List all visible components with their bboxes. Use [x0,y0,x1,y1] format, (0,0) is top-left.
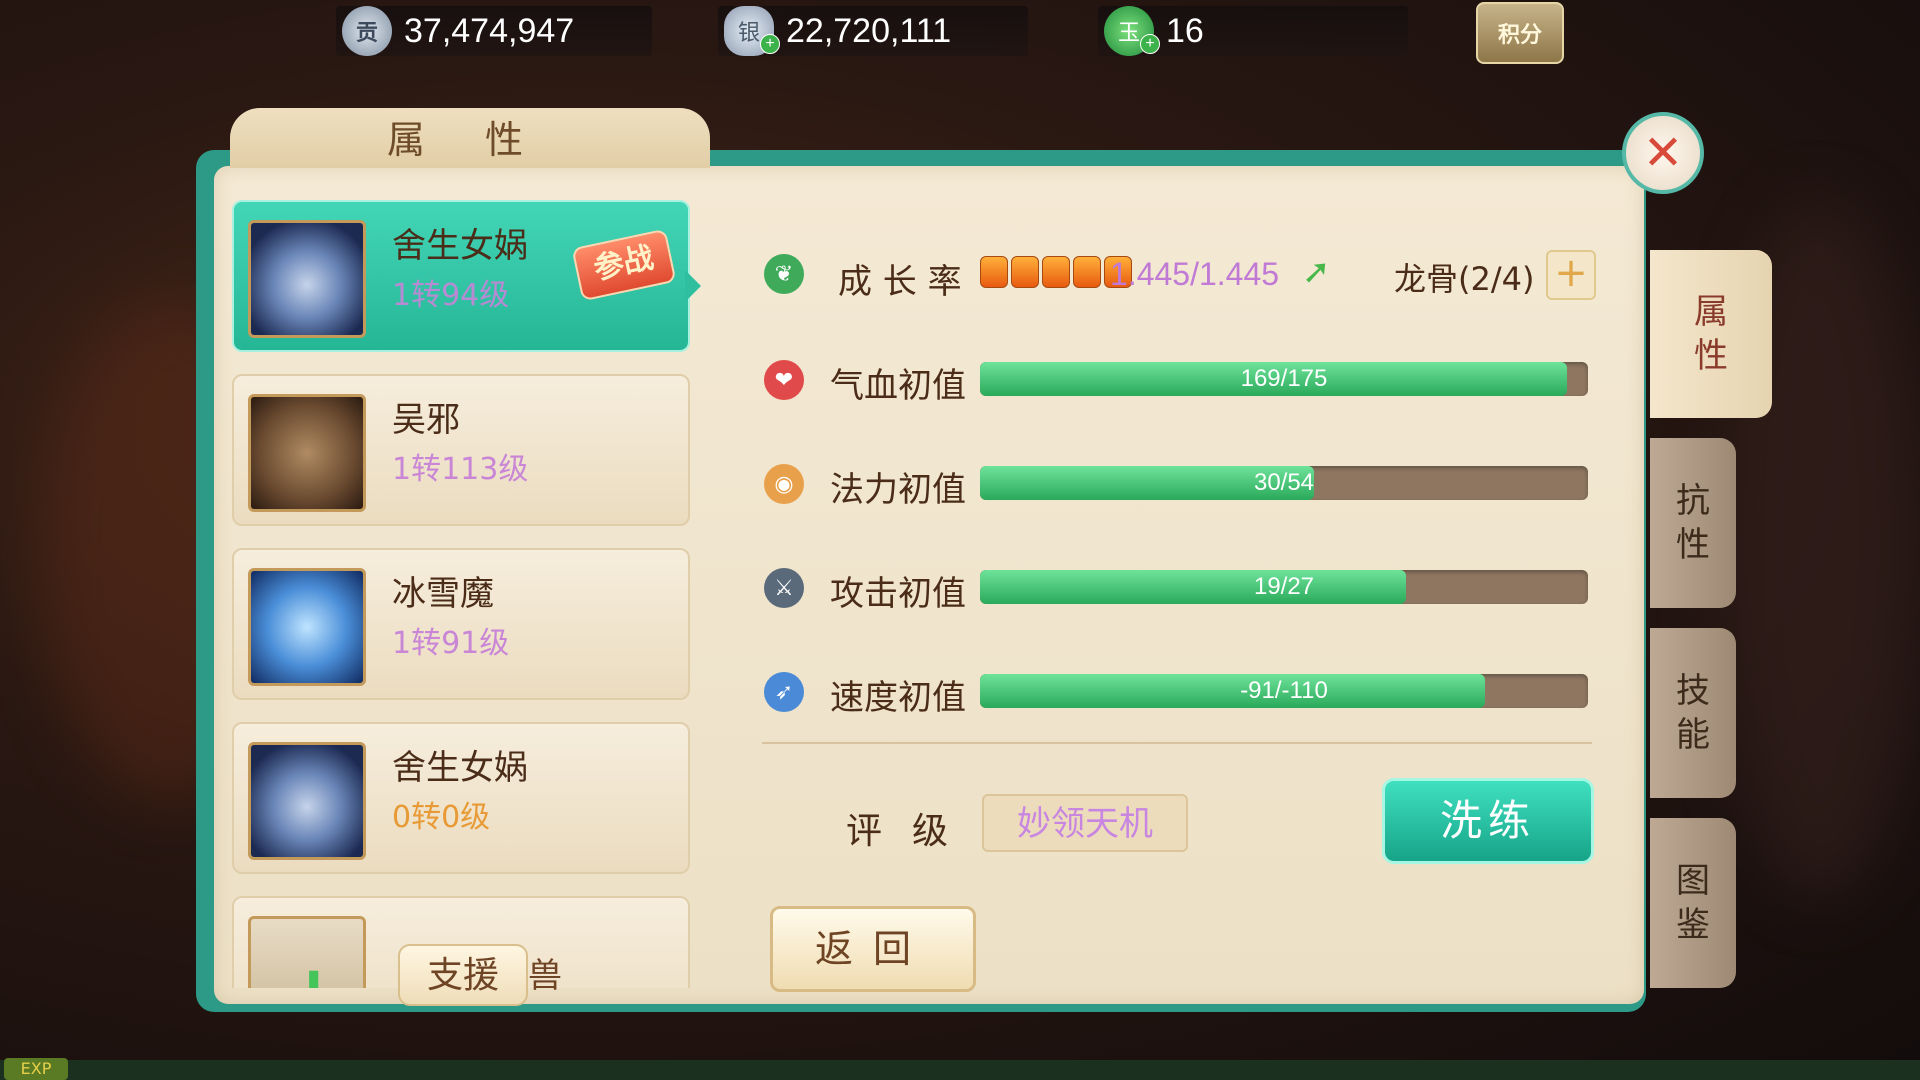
pet-avatar [248,742,366,860]
pet-name: 冰雪魔 [392,574,494,614]
panel-title: 属性 [230,108,710,168]
currency-bar: 贡 37,474,947 银 + 22,720,111 玉 + 16 积分 [0,0,1920,64]
silver-amount: 22,720,111 [786,11,952,50]
tab-label: 技能 [1676,671,1710,755]
add-pet-slot[interactable]: + [248,916,366,988]
add-silver-icon[interactable]: + [760,34,780,54]
exp-label: EXP [4,1058,68,1080]
pet-card[interactable]: 冰雪魔 1转91级 [232,548,690,700]
stat-bar: 169/175 [980,362,1588,396]
close-icon: ✕ [1642,125,1684,181]
back-button[interactable]: 返回 [770,906,976,992]
points-button[interactable]: 积分 [1476,2,1564,64]
pet-list[interactable]: 舍生女娲 1转94级 参战 吴邪 1转113级 冰雪魔 1转91级 舍生女娲 0… [232,200,692,988]
stat-bar: -91/-110 [980,674,1588,708]
heart-icon: ❤ [764,360,804,400]
tab-attributes[interactable]: 属性 [1650,250,1772,418]
growth-label: 成 长 率 [838,262,962,302]
support-suffix: 兽 [528,956,562,996]
close-button[interactable]: ✕ [1622,112,1704,194]
stat-bar: 30/54 [980,466,1588,500]
pet-card[interactable]: 舍生女娲 1转94级 参战 [232,200,690,352]
plus-icon: + [281,955,346,988]
pet-level: 0转0级 [392,800,491,835]
tab-label: 属性 [1694,292,1728,376]
tab-resistance[interactable]: 抗性 [1650,438,1736,608]
growth-star [1042,256,1070,288]
pet-card[interactable]: 舍生女娲 0转0级 [232,722,690,874]
jade-currency[interactable]: 玉 + 16 [1098,6,1408,56]
tab-label: 抗性 [1676,481,1710,565]
pet-avatar [248,568,366,686]
jade-amount: 16 [1166,11,1204,50]
pet-level: 1转94级 [392,278,510,313]
growth-star [1011,256,1039,288]
gong-coin-icon: 贡 [342,6,392,56]
mana-icon: ◉ [764,464,804,504]
growth-star [980,256,1008,288]
selected-arrow-icon [685,270,701,302]
pet-name: 舍生女娲 [392,748,528,788]
stat-label: 气血初值 [830,366,966,406]
pet-avatar [248,394,366,512]
stat-label: 法力初值 [830,470,966,510]
pet-avatar [248,220,366,338]
points-label: 积分 [1497,23,1542,48]
tab-codex[interactable]: 图鉴 [1650,818,1736,988]
pet-level: 1转91级 [392,626,510,661]
add-dragon-bone-button[interactable]: + [1546,250,1596,300]
exp-bar [0,1060,1920,1080]
growth-up-arrow-icon: ➚ [1302,252,1331,292]
rating-label: 评级 [846,811,979,852]
tab-label: 图鉴 [1676,861,1710,945]
pet-level: 1转113级 [392,452,529,487]
dragon-bone-label: 龙骨(2/4) [1394,260,1535,298]
stat-value: 30/54 [1253,469,1315,496]
gong-currency: 贡 37,474,947 [336,6,652,56]
sword-icon: ⚔ [764,568,804,608]
wash-button[interactable]: 洗练 [1382,778,1594,864]
pet-name: 舍生女娲 [392,226,528,266]
stat-value: 169/175 [1240,365,1328,392]
gong-amount: 37,474,947 [404,11,575,50]
leaf-icon: ❦ [764,254,804,294]
speed-icon: ➶ [764,672,804,712]
pet-card[interactable]: 吴邪 1转113级 [232,374,690,526]
growth-value: 1.445/1.445 [1110,256,1280,292]
pet-name: 吴邪 [392,400,460,440]
support-button[interactable]: 支援 [398,944,528,1006]
stat-bar: 19/27 [980,570,1588,604]
silver-currency[interactable]: 银 + 22,720,111 [718,6,1028,56]
growth-star [1073,256,1101,288]
stat-value: 19/27 [1253,573,1315,600]
divider [762,742,1592,744]
stat-label: 速度初值 [830,678,966,718]
rating-value: 妙领天机 [982,794,1188,852]
add-jade-icon[interactable]: + [1140,34,1160,54]
tab-skills[interactable]: 技能 [1650,628,1736,798]
stat-value: -91/-110 [1240,677,1328,704]
stat-label: 攻击初值 [830,574,966,614]
in-battle-badge: 参战 [571,228,677,302]
